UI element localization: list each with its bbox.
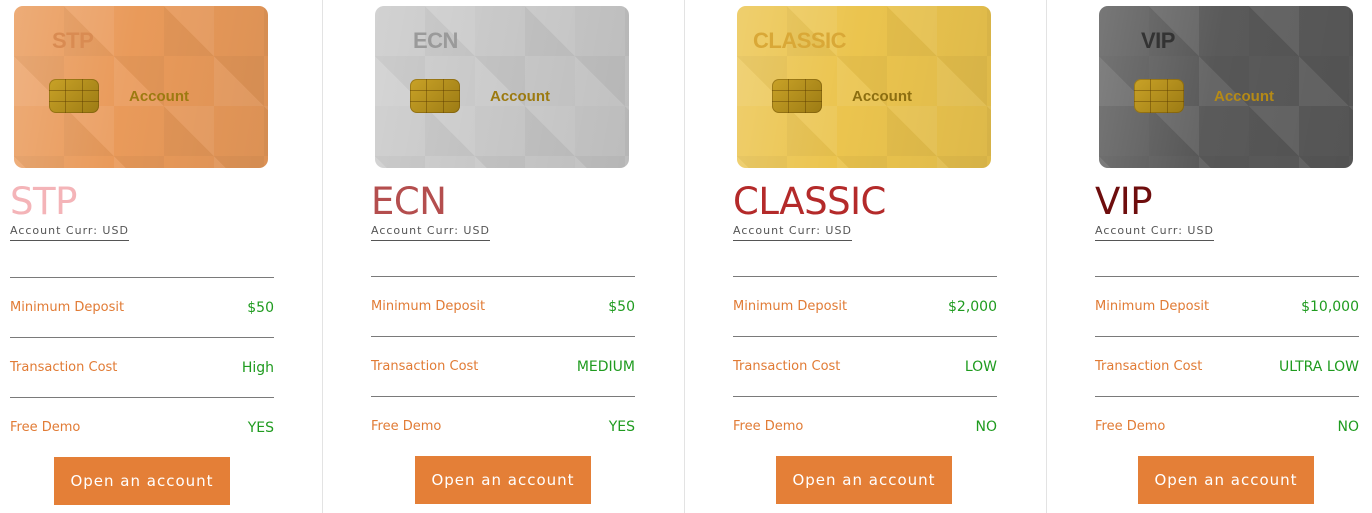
transaction-cost-value: LOW [964, 359, 997, 375]
open-account-button[interactable]: Open an account [415, 456, 591, 504]
min-deposit-label: Minimum Deposit [1095, 299, 1210, 314]
card-image-ecn: ECN Account [375, 6, 629, 168]
free-demo-label: Free Demo [733, 419, 804, 434]
transaction-cost-value: ULTRA LOW [1278, 359, 1359, 375]
transaction-cost-label: Transaction Cost [10, 360, 118, 375]
card-account-label: Account [1214, 88, 1274, 105]
divider [733, 276, 997, 277]
card-account-label: Account [490, 88, 550, 105]
plan-column-vip: VIP Account VIP Account Curr: USD Minimu… [1047, 0, 1372, 513]
card-chip-icon [410, 79, 460, 113]
min-deposit-value: $50 [608, 299, 635, 315]
plans-row: STP Account STP Account Curr: USD Minimu… [0, 0, 1372, 513]
divider [733, 396, 997, 397]
free-demo-label: Free Demo [371, 419, 442, 434]
free-demo-value: YES [608, 419, 635, 435]
transaction-cost-label: Transaction Cost [371, 359, 479, 374]
card-account-label: Account [129, 88, 189, 105]
free-demo-value: NO [1337, 419, 1360, 435]
transaction-cost-value: High [241, 360, 274, 376]
min-deposit-label: Minimum Deposit [733, 299, 848, 314]
free-demo-value: NO [975, 419, 998, 435]
card-account-label: Account [852, 88, 912, 105]
divider [371, 396, 635, 397]
divider [371, 336, 635, 337]
card-chip-icon [772, 79, 822, 113]
card-title: STP [52, 28, 94, 53]
min-deposit-value: $10,000 [1301, 299, 1359, 315]
divider [10, 337, 274, 338]
free-demo-label: Free Demo [1095, 419, 1166, 434]
plan-name: CLASSIC [733, 180, 886, 223]
free-demo-value: YES [247, 420, 274, 436]
plan-name: STP [10, 180, 77, 223]
card-title: VIP [1141, 28, 1175, 53]
divider [371, 276, 635, 277]
min-deposit-value: $2,000 [948, 299, 997, 315]
open-account-button[interactable]: Open an account [54, 457, 230, 505]
card-chip-icon [49, 79, 99, 113]
account-currency: Account Curr: USD [733, 224, 852, 241]
plan-column-ecn: ECN Account ECN Account Curr: USD Minimu… [323, 0, 685, 513]
min-deposit-label: Minimum Deposit [371, 299, 486, 314]
card-image-vip: VIP Account [1099, 6, 1353, 168]
open-account-button[interactable]: Open an account [1138, 456, 1314, 504]
plan-column-stp: STP Account STP Account Curr: USD Minimu… [0, 0, 323, 513]
transaction-cost-label: Transaction Cost [733, 359, 841, 374]
card-image-classic: CLASSIC Account [737, 6, 991, 168]
plan-column-classic: CLASSIC Account CLASSIC Account Curr: US… [685, 0, 1047, 513]
account-currency: Account Curr: USD [371, 224, 490, 241]
plan-name: VIP [1095, 180, 1153, 223]
divider [1095, 396, 1359, 397]
min-deposit-label: Minimum Deposit [10, 300, 125, 315]
account-currency: Account Curr: USD [10, 224, 129, 241]
plan-name: ECN [371, 180, 447, 223]
min-deposit-value: $50 [247, 300, 274, 316]
transaction-cost-label: Transaction Cost [1095, 359, 1203, 374]
open-account-button[interactable]: Open an account [776, 456, 952, 504]
account-currency: Account Curr: USD [1095, 224, 1214, 241]
free-demo-label: Free Demo [10, 420, 81, 435]
card-chip-icon [1134, 79, 1184, 113]
divider [1095, 276, 1359, 277]
divider [733, 336, 997, 337]
card-title: ECN [413, 28, 458, 53]
transaction-cost-value: MEDIUM [576, 359, 635, 375]
divider [10, 397, 274, 398]
divider [10, 277, 274, 278]
divider [1095, 336, 1359, 337]
card-image-stp: STP Account [14, 6, 268, 168]
card-title: CLASSIC [753, 28, 847, 53]
